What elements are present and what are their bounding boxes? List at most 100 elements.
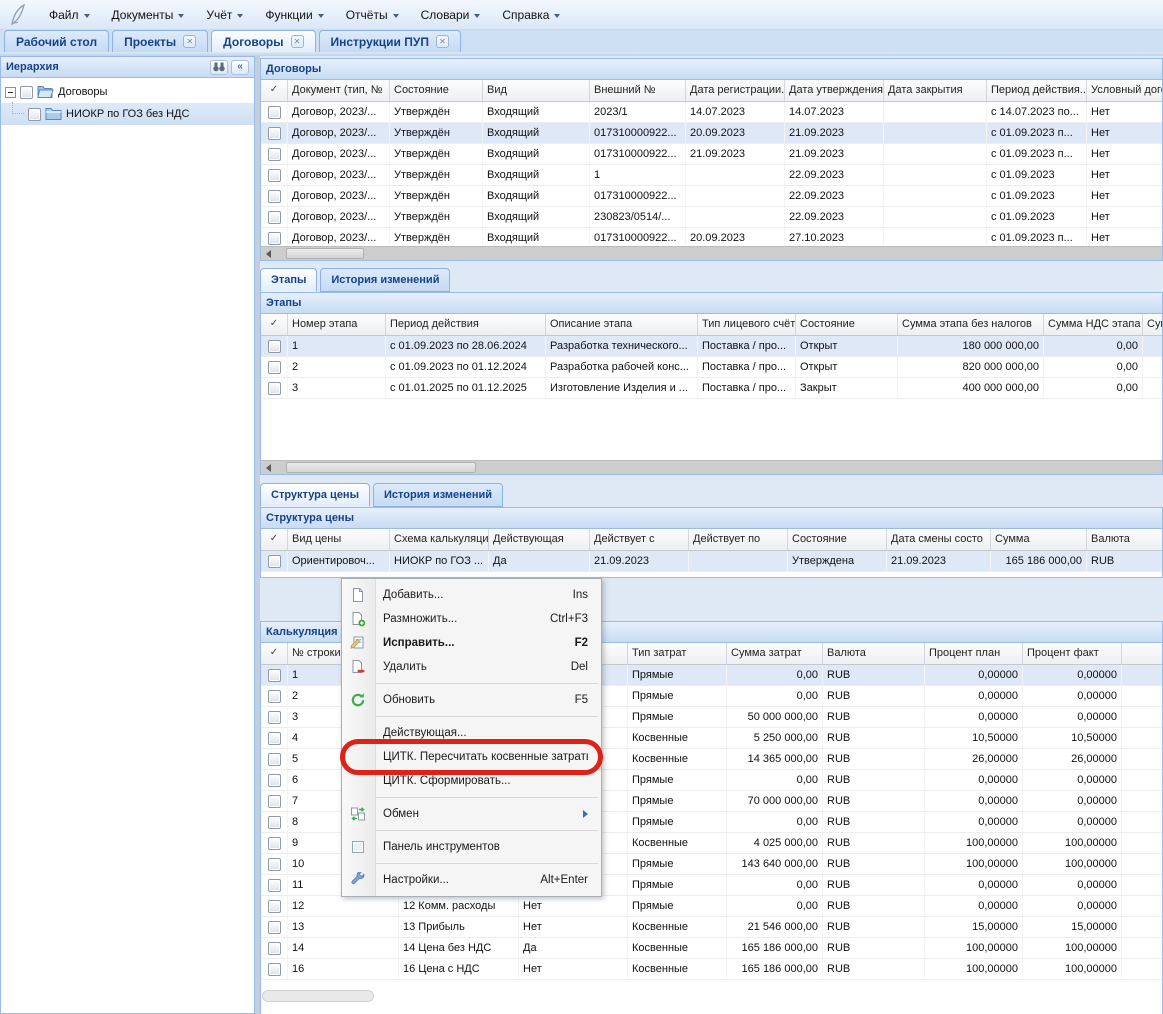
hscrollbar-thumb[interactable]: [286, 248, 364, 259]
column-header[interactable]: Дата утверждения: [785, 80, 884, 101]
tree-checkbox[interactable]: [28, 108, 41, 121]
table-row[interactable]: 1616 Цена с НДСНетКосвенные165 186 000,0…: [261, 959, 1162, 980]
column-header[interactable]: Дата регистрации.: [686, 80, 785, 101]
row-checkbox[interactable]: [268, 921, 281, 934]
column-header[interactable]: Условный догов: [1087, 80, 1162, 101]
close-tab-icon[interactable]: ✕: [183, 35, 196, 48]
main-tab[interactable]: Инструкции ПУП✕: [319, 30, 461, 52]
row-checkbox[interactable]: [268, 361, 281, 374]
table-row[interactable]: 2с 01.09.2023 по 01.12.2024Разработка ра…: [261, 357, 1162, 378]
context-menu-item[interactable]: Обмен: [342, 802, 601, 826]
tree-node[interactable]: Договоры: [1, 81, 254, 103]
column-header[interactable]: Схема калькуляци: [390, 529, 489, 550]
menubar-item[interactable]: Словари: [410, 3, 492, 27]
column-header[interactable]: Дата смены состо: [887, 529, 991, 550]
column-header[interactable]: Сумма затрат: [727, 643, 823, 664]
column-header[interactable]: Описание этапа: [546, 314, 698, 335]
context-menu-item[interactable]: Исправить...F2: [342, 631, 601, 655]
table-row[interactable]: Договор, 2023/...УтверждёнВходящий017310…: [261, 186, 1162, 207]
tree-collapse-icon[interactable]: [5, 87, 16, 98]
context-menu-item[interactable]: Настройки...Alt+Enter: [342, 868, 601, 892]
section-tab[interactable]: Структура цены: [260, 483, 370, 507]
close-tab-icon[interactable]: ✕: [291, 35, 304, 48]
column-header[interactable]: [1122, 643, 1162, 664]
context-menu-item[interactable]: ЦИТК. Пересчитать косвенные затраты...: [342, 745, 601, 769]
row-checkbox[interactable]: [268, 753, 281, 766]
row-checkbox[interactable]: [268, 816, 281, 829]
context-menu-item[interactable]: УдалитьDel: [342, 655, 601, 679]
column-header[interactable]: Валюта: [823, 643, 925, 664]
contracts-hscrollbar[interactable]: [261, 246, 1162, 260]
column-header[interactable]: Период действия: [386, 314, 546, 335]
stages-hscrollbar[interactable]: [261, 460, 1162, 474]
row-checkbox[interactable]: [268, 900, 281, 913]
row-checkbox[interactable]: [268, 382, 281, 395]
row-checkbox[interactable]: [268, 795, 281, 808]
column-header[interactable]: Сум: [1143, 314, 1162, 335]
close-tab-icon[interactable]: ✕: [436, 35, 449, 48]
select-all-column-header[interactable]: ✓: [261, 80, 288, 101]
scroll-left-arrow-icon[interactable]: [261, 250, 276, 258]
row-checkbox[interactable]: [268, 837, 281, 850]
section-tab[interactable]: История изменений: [320, 268, 450, 292]
table-row[interactable]: Договор, 2023/...УтверждёнВходящий017310…: [261, 144, 1162, 165]
column-header[interactable]: Сумма этапа без налогов: [898, 314, 1044, 335]
row-checkbox[interactable]: [268, 127, 281, 140]
table-row[interactable]: Договор, 2023/...УтверждёнВходящий017310…: [261, 228, 1162, 246]
panel-splitter[interactable]: [255, 56, 260, 1014]
table-row[interactable]: 1313 ПрибыльНетКосвенные21 546 000,00RUB…: [261, 917, 1162, 938]
section-tab[interactable]: История изменений: [373, 483, 503, 507]
table-row[interactable]: Договор, 2023/...УтверждёнВходящий122.09…: [261, 165, 1162, 186]
menubar-item[interactable]: Учёт: [195, 3, 254, 27]
column-header[interactable]: Процент план: [925, 643, 1023, 664]
column-header[interactable]: Действует по: [689, 529, 788, 550]
tree-node[interactable]: НИОКР по ГОЗ без НДС: [1, 103, 254, 125]
column-header[interactable]: Валюта: [1087, 529, 1162, 550]
collapse-panel-icon[interactable]: «: [231, 60, 249, 75]
hscrollbar-thumb[interactable]: [286, 462, 476, 473]
row-checkbox[interactable]: [268, 669, 281, 682]
row-checkbox[interactable]: [268, 211, 281, 224]
context-menu-item[interactable]: ЦИТК. Сформировать...: [342, 769, 601, 793]
row-checkbox[interactable]: [268, 858, 281, 871]
column-header[interactable]: Действует с: [590, 529, 689, 550]
row-checkbox[interactable]: [268, 879, 281, 892]
table-row[interactable]: Ориентировоч...НИОКР по ГОЗ ...Да21.09.2…: [261, 551, 1162, 572]
column-header[interactable]: Вид цены: [288, 529, 390, 550]
hscrollbar-thumb[interactable]: [262, 990, 374, 1002]
tree-checkbox[interactable]: [20, 86, 33, 99]
column-header[interactable]: Процент факт: [1023, 643, 1122, 664]
menubar-item[interactable]: Справка: [491, 3, 571, 27]
column-header[interactable]: Действующая: [489, 529, 590, 550]
column-header[interactable]: Внешний №: [590, 80, 686, 101]
main-tab[interactable]: Договоры✕: [211, 30, 315, 52]
scroll-left-arrow-icon[interactable]: [261, 464, 276, 472]
row-checkbox[interactable]: [268, 555, 281, 568]
row-checkbox[interactable]: [268, 148, 281, 161]
column-header[interactable]: Сумма НДС этапа: [1044, 314, 1143, 335]
context-menu-item[interactable]: Добавить...Ins: [342, 583, 601, 607]
table-row[interactable]: Договор, 2023/...УтверждёнВходящий2023/1…: [261, 102, 1162, 123]
menubar-item[interactable]: Документы: [101, 3, 196, 27]
select-all-column-header[interactable]: ✓: [261, 529, 288, 550]
main-tab[interactable]: Проекты✕: [112, 30, 208, 52]
menubar-item[interactable]: Функции: [254, 3, 334, 27]
table-row[interactable]: 3с 01.01.2025 по 01.12.2025Изготовление …: [261, 378, 1162, 399]
column-header[interactable]: Номер этапа: [288, 314, 386, 335]
menubar-item[interactable]: Отчёты: [335, 3, 410, 27]
row-checkbox[interactable]: [268, 690, 281, 703]
row-checkbox[interactable]: [268, 963, 281, 976]
column-header[interactable]: Тип лицевого счёт: [698, 314, 796, 335]
column-header[interactable]: Сумма: [991, 529, 1087, 550]
row-checkbox[interactable]: [268, 106, 281, 119]
row-checkbox[interactable]: [268, 232, 281, 245]
search-binoculars-icon[interactable]: [210, 60, 228, 75]
row-checkbox[interactable]: [268, 732, 281, 745]
table-row[interactable]: 1212 Комм. расходыНетПрямые0,00RUB0,0000…: [261, 896, 1162, 917]
column-header[interactable]: Дата закрытия: [884, 80, 987, 101]
row-checkbox[interactable]: [268, 190, 281, 203]
table-row[interactable]: Договор, 2023/...УтверждёнВходящий017310…: [261, 123, 1162, 144]
section-tab[interactable]: Этапы: [260, 268, 317, 292]
row-checkbox[interactable]: [268, 942, 281, 955]
menubar-item[interactable]: Файл: [38, 3, 101, 27]
